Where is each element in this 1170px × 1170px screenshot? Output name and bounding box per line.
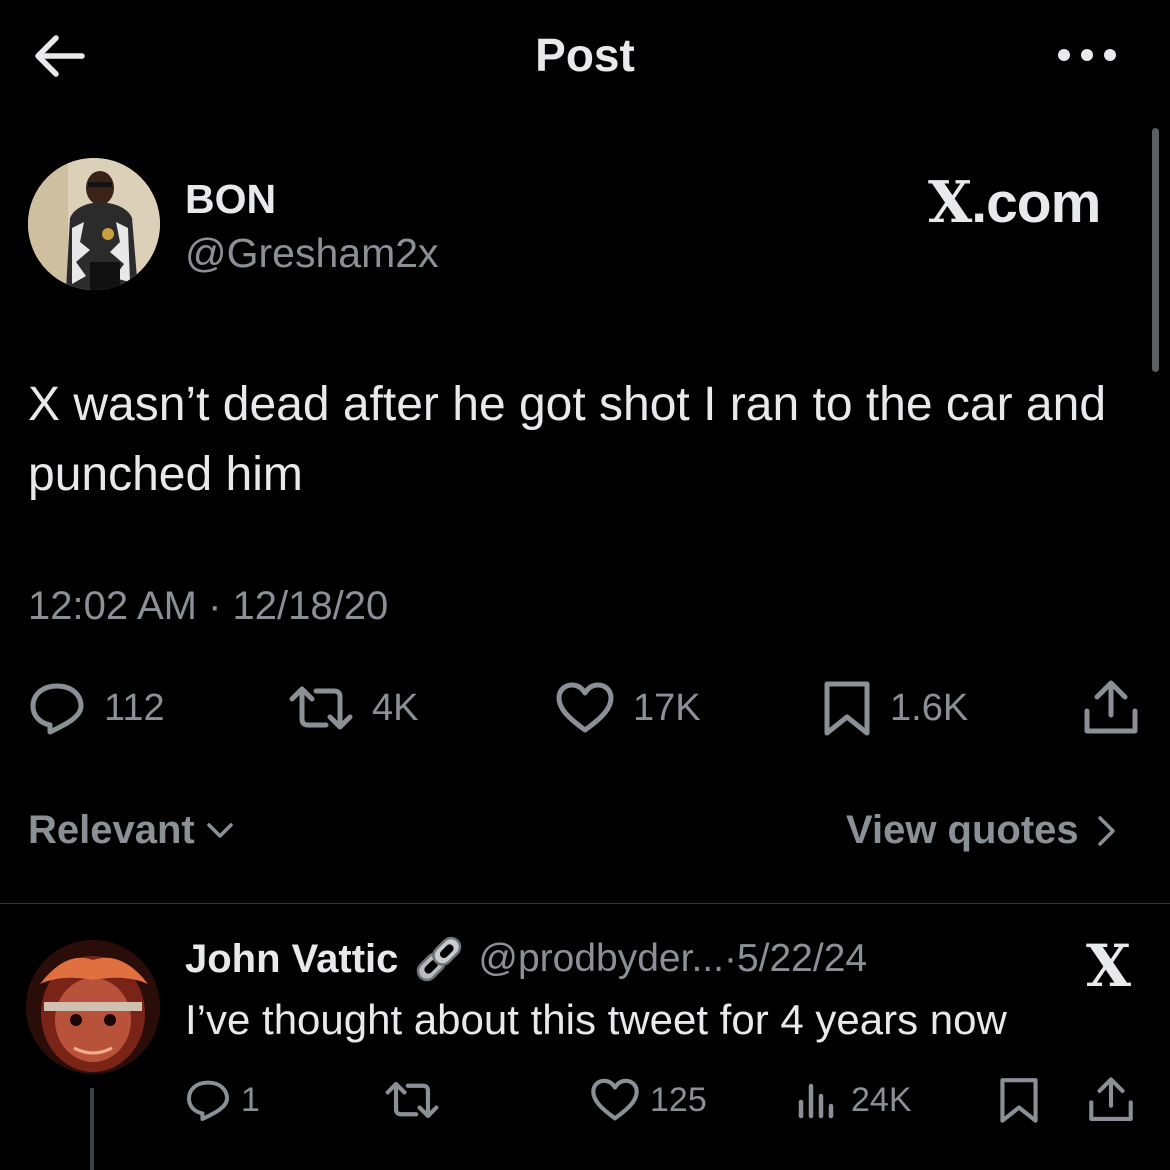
reply-repost-button[interactable]: [384, 1075, 440, 1125]
heart-icon: [556, 682, 614, 733]
reply-count: 112: [104, 686, 165, 729]
author-handle[interactable]: @Gresham2x: [185, 230, 439, 277]
reply-separator: ·: [723, 937, 737, 980]
x-logo-icon: X: [1086, 932, 1132, 1000]
reply-reply-count: 1: [241, 1080, 260, 1119]
reply-author-avatar[interactable]: [26, 940, 160, 1074]
chevron-right-icon: [1097, 815, 1115, 846]
reply-views-count: 24K: [851, 1080, 912, 1119]
reply-icon: [186, 1080, 230, 1122]
chain-link-icon: [417, 936, 462, 982]
reply-date[interactable]: 5/22/24: [737, 937, 867, 981]
tweet-timestamp[interactable]: 12:02 AM · 12/18/20: [28, 584, 388, 629]
repost-icon: [385, 1081, 439, 1119]
view-quotes-link[interactable]: View quotes: [846, 808, 1121, 853]
reply-bookmark-button[interactable]: [998, 1075, 1040, 1125]
heart-icon: [591, 1078, 639, 1121]
tweet-text: X wasn’t dead after he got shot I ran to…: [28, 378, 1107, 501]
x-logo-icon: X: [928, 169, 972, 236]
share-icon: [1089, 1077, 1133, 1121]
repost-button[interactable]: 4K: [288, 678, 418, 738]
reply-text: I’ve thought about this tweet for 4 year…: [185, 996, 1007, 1043]
divider: [0, 903, 1170, 904]
reply-views-button[interactable]: 24K: [795, 1075, 912, 1125]
like-button[interactable]: 17K: [555, 678, 701, 738]
bookmark-icon: [824, 681, 870, 736]
reply-like-count: 125: [650, 1080, 707, 1119]
author-avatar[interactable]: [28, 158, 160, 290]
reply-author-handle[interactable]: @prodbyder...: [478, 937, 724, 981]
more-dots-icon: [1058, 49, 1116, 61]
share-icon: [1084, 680, 1138, 734]
sort-dropdown[interactable]: Relevant: [28, 808, 237, 853]
share-button[interactable]: [1083, 678, 1139, 738]
reply-like-button[interactable]: 125: [590, 1075, 707, 1125]
reply-reply-button[interactable]: 1: [185, 1075, 260, 1125]
scrollbar[interactable]: [1152, 128, 1159, 372]
page-title: Post: [535, 29, 635, 81]
more-options-button[interactable]: [1052, 40, 1122, 70]
reply-header: John Vattic @prodbyder... · 5/22/24: [185, 936, 867, 982]
author-display-name[interactable]: BON: [185, 176, 276, 223]
reply-share-button[interactable]: [1088, 1075, 1134, 1125]
sort-label: Relevant: [28, 808, 195, 852]
chevron-down-icon: [207, 822, 233, 838]
views-chart-icon: [798, 1083, 834, 1119]
avatar-photo: [26, 940, 160, 1074]
xcom-domain: .com: [971, 171, 1101, 235]
bookmark-count: 1.6K: [890, 686, 969, 729]
avatar-photo: [28, 158, 160, 290]
thread-line: [90, 1088, 94, 1170]
bookmark-button[interactable]: 1.6K: [822, 678, 968, 738]
repost-count: 4K: [372, 686, 419, 729]
bookmark-icon: [1000, 1078, 1038, 1123]
like-count: 17K: [633, 686, 701, 729]
reply-icon: [30, 683, 84, 735]
repost-icon: [289, 686, 353, 730]
xcom-watermark: X.com: [928, 169, 1101, 236]
reply-button[interactable]: 112: [28, 678, 165, 738]
reply-author-name[interactable]: John Vattic: [185, 937, 398, 982]
view-quotes-label: View quotes: [846, 808, 1079, 852]
